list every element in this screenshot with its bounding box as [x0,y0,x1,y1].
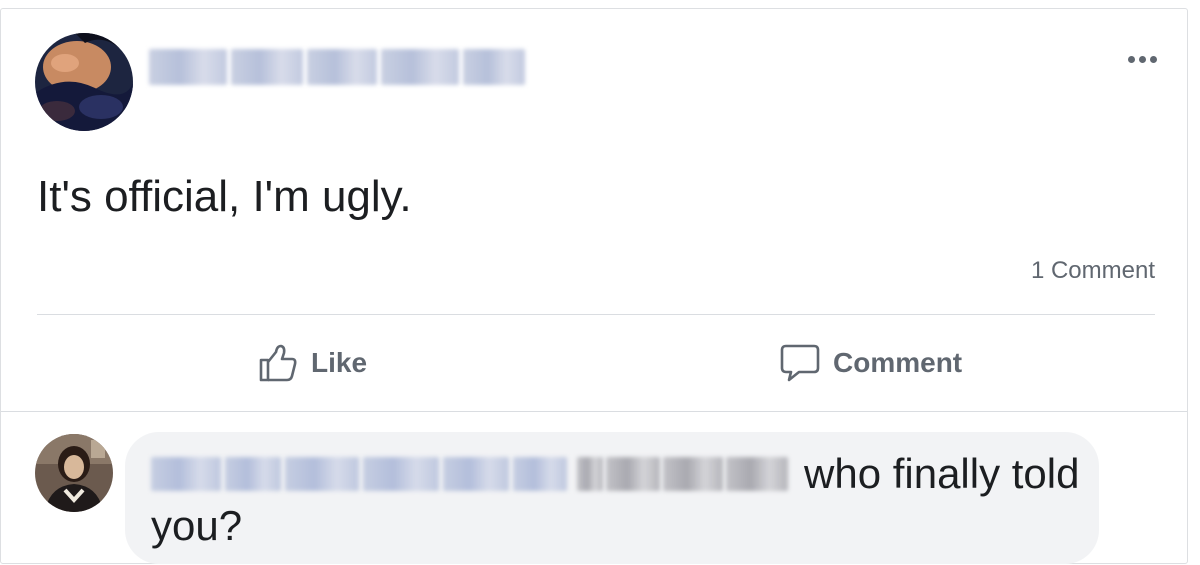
more-dot-icon [1127,55,1135,63]
commenter-avatar-image [35,434,113,512]
comment-count-link[interactable]: 1 Comment [1031,257,1155,285]
author-avatar[interactable] [35,33,133,131]
author-name-redacted[interactable] [149,47,525,87]
speech-bubble-icon [780,344,820,382]
more-dot-icon [1149,55,1157,63]
tagged-name-redacted[interactable] [577,454,788,494]
author-avatar-image [35,33,133,131]
post-card: It's official, I'm ugly. 1 Comment Like … [0,8,1188,564]
like-label: Like [311,347,368,378]
comment-bubble: who finally told you? [125,432,1099,564]
comment-label: Comment [833,347,963,378]
comment-text-continued: you? [151,502,243,549]
thumbs-up-icon [259,344,297,382]
commenter-avatar[interactable] [35,434,113,512]
more-options-button[interactable] [1119,47,1165,71]
comment-line: who finally told [151,448,1079,500]
post-text: It's official, I'm ugly. [37,172,412,221]
comment: who finally told you? [1,412,1187,565]
post-actions: Like Comment [1,315,1187,411]
like-button[interactable]: Like [257,315,367,411]
commenter-name-redacted[interactable] [151,454,567,494]
post-header [1,9,1187,139]
comment-button[interactable]: Comment [779,315,962,411]
comment-text: who finally told [804,450,1080,497]
more-dot-icon [1138,55,1146,63]
